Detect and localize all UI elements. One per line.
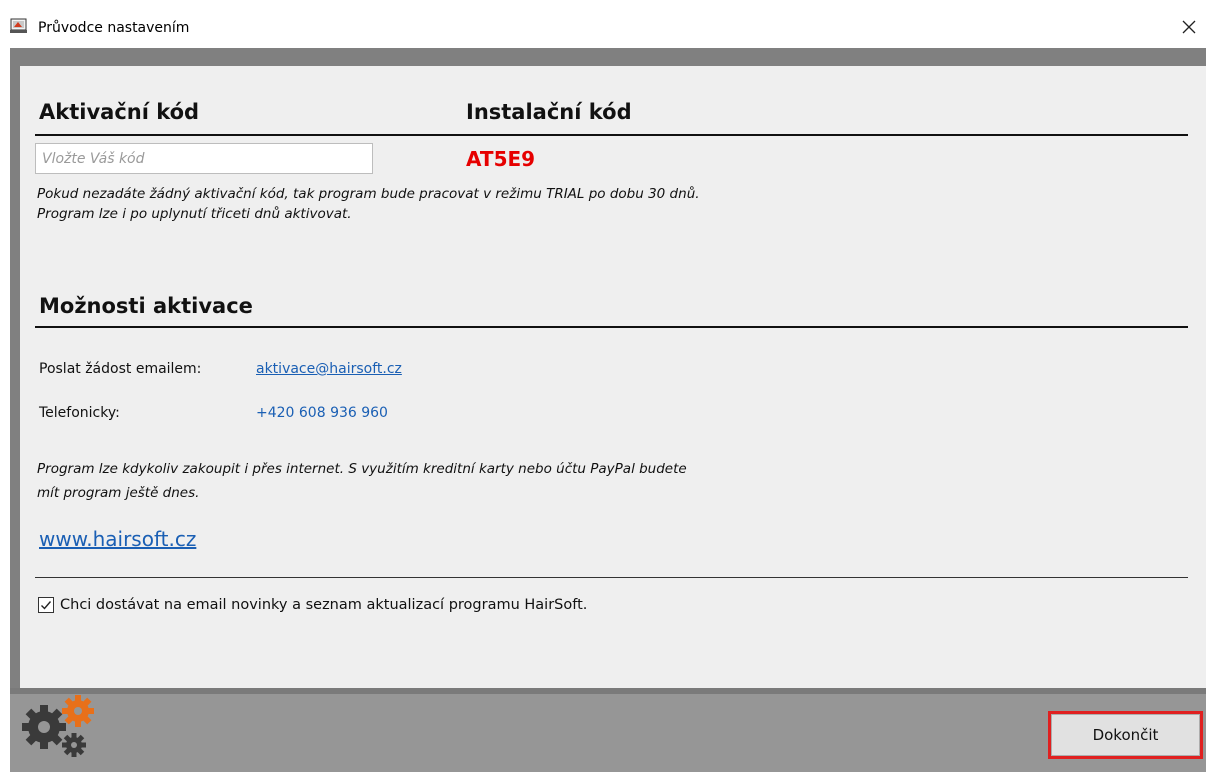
email-label: Poslat žádost emailem: (39, 361, 202, 377)
footer-divider (10, 688, 1206, 694)
newsletter-checkbox[interactable] (38, 597, 54, 613)
phone-label: Telefonicky: (39, 405, 120, 421)
email-link[interactable]: aktivace@hairsoft.cz (256, 361, 402, 377)
finish-button-label: Dokončit (1051, 714, 1200, 756)
activation-options-heading: Možnosti aktivace (39, 294, 253, 318)
phone-value: +420 608 936 960 (256, 405, 388, 421)
activation-code-input[interactable] (35, 143, 373, 174)
close-icon[interactable] (1172, 10, 1206, 44)
gears-icon (22, 693, 102, 763)
footer-bar (10, 688, 1206, 772)
newsletter-label: Chci dostávat na email novinky a seznam … (60, 597, 588, 613)
trial-note-line1: Pokud nezadáte žádný aktivační kód, tak … (37, 186, 700, 202)
window-title: Průvodce nastavením (38, 20, 190, 36)
section-divider-top (35, 134, 1188, 136)
section-divider-bottom (35, 577, 1188, 578)
checkmark-icon (41, 601, 52, 610)
finish-button[interactable]: Dokončit (1048, 711, 1203, 759)
activation-code-heading: Aktivační kód (39, 100, 200, 124)
installation-code-heading: Instalační kód (466, 100, 632, 124)
title-bar: Průvodce nastavením (0, 0, 1206, 48)
app-icon (10, 18, 27, 34)
trial-note-line2: Program lze i po uplynutí třiceti dnů ak… (37, 206, 352, 222)
installation-code-value: AT5E9 (466, 147, 536, 171)
website-link[interactable]: www.hairsoft.cz (39, 527, 196, 551)
newsletter-row[interactable]: Chci dostávat na email novinky a seznam … (38, 597, 587, 613)
section-divider-options (35, 326, 1188, 328)
purchase-note-line2: mít program ještě dnes. (37, 485, 200, 501)
purchase-note-line1: Program lze kdykoliv zakoupit i přes int… (37, 461, 687, 477)
